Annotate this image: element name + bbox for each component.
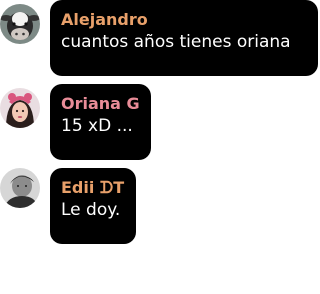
- message-text: Le doy.: [61, 200, 121, 220]
- chat-log: Alejandro cuantos años tienes oriana Ori…: [0, 0, 320, 294]
- message-text: 15 xD ...: [61, 116, 133, 136]
- message-bubble[interactable]: Oriana G 15 xD ...: [50, 84, 151, 160]
- message-bubble[interactable]: Edii ᗪT Le doy.: [50, 168, 136, 244]
- message-bubble[interactable]: Alejandro cuantos años tienes oriana: [50, 0, 318, 76]
- sender-name[interactable]: Alejandro: [61, 10, 308, 30]
- message-text: cuantos años tienes oriana: [61, 32, 291, 52]
- sender-name[interactable]: Edii ᗪT: [61, 178, 126, 198]
- boy-avatar-icon[interactable]: [0, 168, 40, 208]
- cow-avatar-icon[interactable]: [0, 4, 40, 44]
- girl-avatar-icon[interactable]: [0, 88, 40, 128]
- sender-name[interactable]: Oriana G: [61, 94, 141, 114]
